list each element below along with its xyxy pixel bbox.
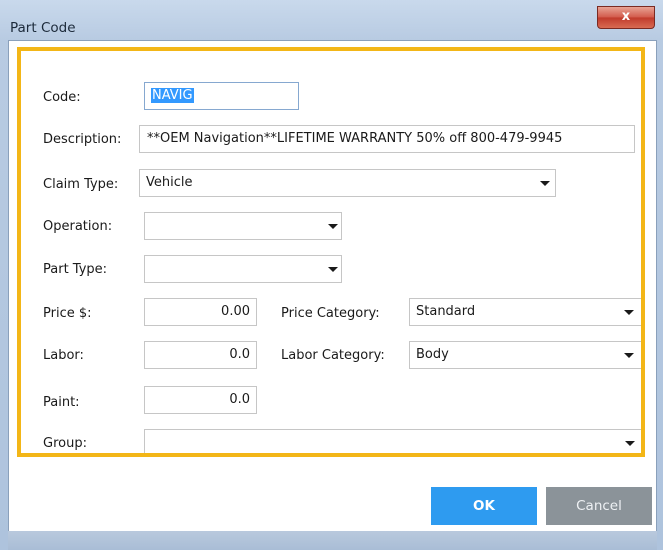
cancel-button[interactable]: Cancel <box>546 487 652 525</box>
chevron-down-icon <box>540 181 550 186</box>
chevron-down-icon <box>328 224 338 229</box>
price-category-dropdown[interactable]: Standard <box>409 298 643 326</box>
chevron-down-icon <box>624 310 634 315</box>
labor-category-dropdown[interactable]: Body <box>409 341 643 369</box>
labor-category-label: Labor Category: <box>281 348 385 363</box>
operation-label: Operation: <box>43 219 113 234</box>
labor-value: 0.0 <box>229 347 250 362</box>
claim-type-label: Claim Type: <box>43 177 119 192</box>
group-dropdown[interactable] <box>144 429 643 457</box>
operation-dropdown[interactable] <box>144 212 342 240</box>
window-title: Part Code <box>10 20 76 36</box>
claim-type-dropdown[interactable]: Vehicle <box>139 169 556 197</box>
price-value: 0.00 <box>221 304 250 319</box>
paint-input[interactable]: 0.0 <box>144 386 257 414</box>
chevron-down-icon <box>625 441 635 446</box>
labor-label: Labor: <box>43 348 84 363</box>
paint-label: Paint: <box>43 395 80 410</box>
claim-type-value: Vehicle <box>146 175 193 190</box>
labor-input[interactable]: 0.0 <box>144 341 257 369</box>
code-label: Code: <box>43 90 81 105</box>
chevron-down-icon <box>624 353 634 358</box>
description-input[interactable]: **OEM Navigation**LIFETIME WARRANTY 50% … <box>139 125 635 153</box>
paint-value: 0.0 <box>229 392 250 407</box>
price-category-label: Price Category: <box>281 306 380 321</box>
part-type-label: Part Type: <box>43 262 108 277</box>
description-value: **OEM Navigation**LIFETIME WARRANTY 50% … <box>147 131 563 146</box>
scroll-mask <box>9 455 654 483</box>
title-bar[interactable]: Part Code x <box>0 0 663 40</box>
code-input[interactable]: NAVIG <box>144 82 299 110</box>
description-label: Description: <box>43 132 122 147</box>
price-input[interactable]: 0.00 <box>144 298 257 326</box>
close-icon: x <box>621 9 631 24</box>
ok-button[interactable]: OK <box>431 487 537 525</box>
group-label: Group: <box>43 436 87 451</box>
close-button[interactable]: x <box>597 6 655 29</box>
price-label: Price $: <box>43 306 92 321</box>
part-type-dropdown[interactable] <box>144 255 342 283</box>
labor-category-value: Body <box>416 347 449 362</box>
price-category-value: Standard <box>416 304 476 319</box>
code-value: NAVIG <box>151 88 194 103</box>
chevron-down-icon <box>328 267 338 272</box>
window-bottom-border <box>8 531 657 550</box>
